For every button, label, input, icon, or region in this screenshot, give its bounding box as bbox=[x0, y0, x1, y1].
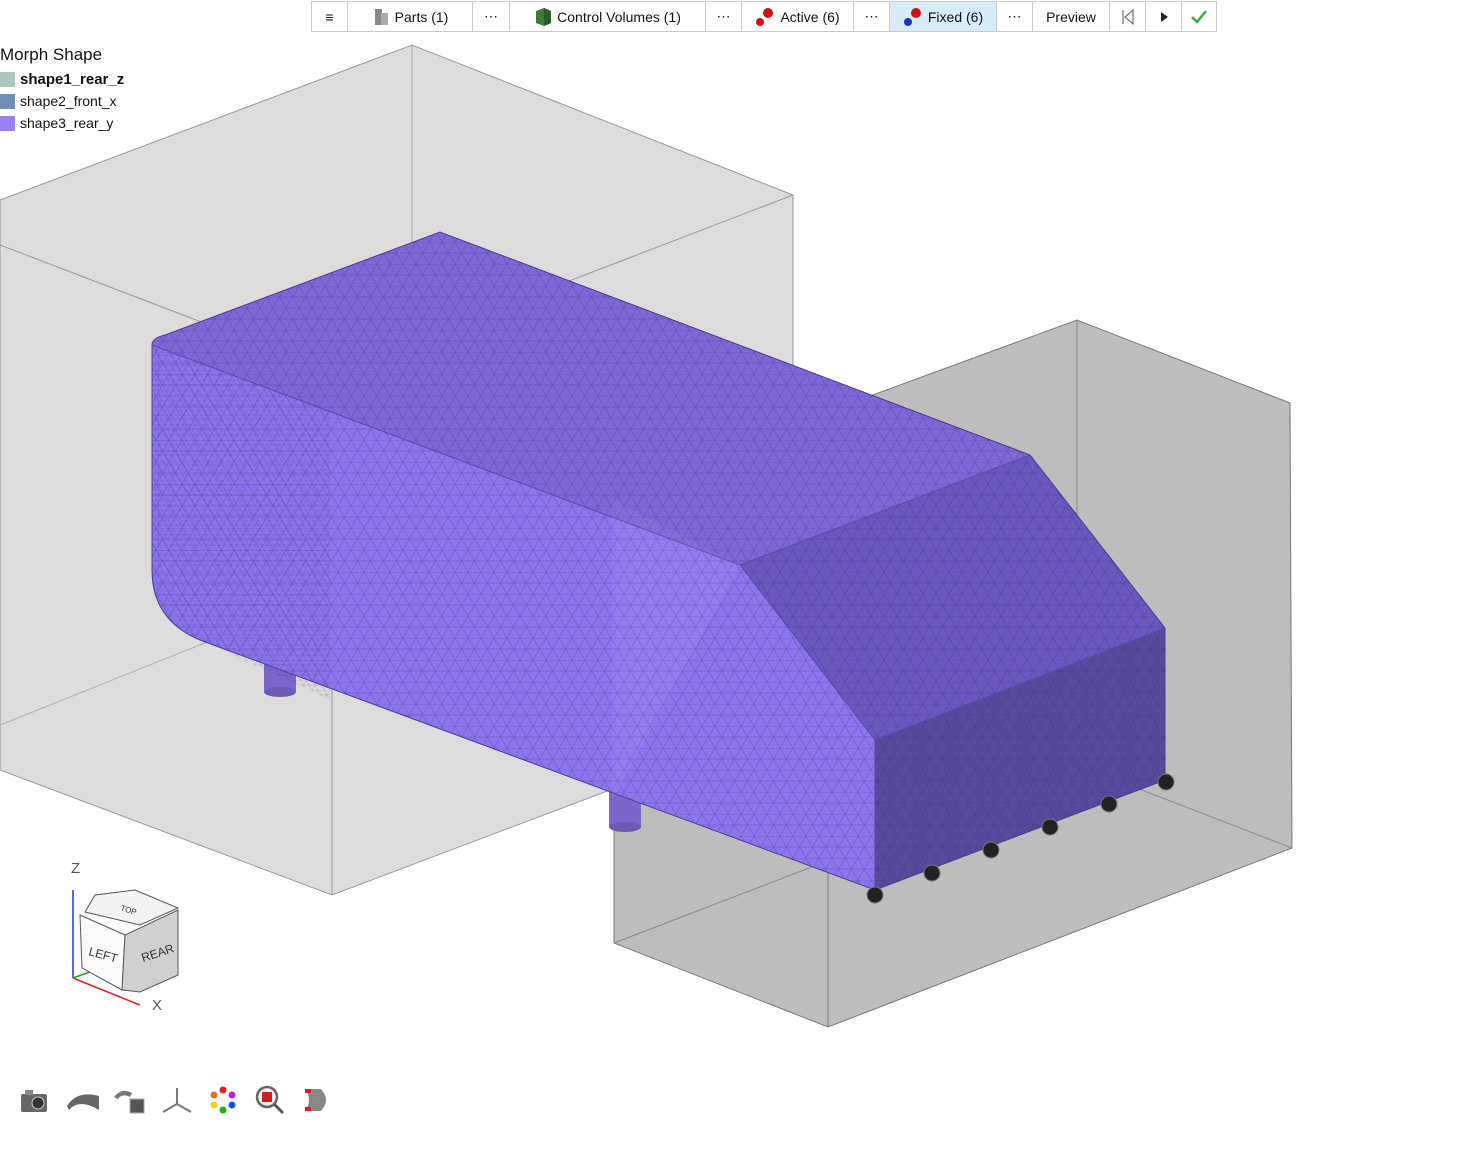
apply-button[interactable] bbox=[1182, 2, 1216, 31]
zoom-box-icon[interactable] bbox=[253, 1083, 287, 1117]
reset-button[interactable] bbox=[1110, 2, 1146, 31]
preview-button[interactable]: Preview bbox=[1033, 2, 1110, 31]
active-button[interactable]: Active (6) bbox=[742, 2, 854, 31]
more-icon: ⋯ bbox=[484, 8, 498, 24]
axis-triad-icon[interactable] bbox=[159, 1083, 193, 1117]
fixed-node bbox=[923, 864, 941, 882]
color-swatch bbox=[0, 115, 15, 131]
legend-label: shape1_rear_z bbox=[20, 70, 125, 88]
fixed-node bbox=[982, 841, 1000, 859]
legend-item[interactable]: shape1_rear_z bbox=[0, 68, 124, 90]
more-icon: ⋯ bbox=[1007, 8, 1022, 24]
active-more-button[interactable]: ⋯ bbox=[854, 2, 890, 31]
fixed-node bbox=[1157, 773, 1175, 791]
parts-more-button[interactable]: ⋯ bbox=[473, 2, 510, 31]
check-icon bbox=[1191, 9, 1207, 24]
more-icon: ⋯ bbox=[864, 8, 879, 24]
legend-label: shape3_rear_y bbox=[20, 115, 114, 131]
morph-toolbar: ≡ Parts (1) ⋯ Control Volumes (1) ⋯ Acti… bbox=[311, 1, 1217, 32]
bottom-toolbar bbox=[18, 1083, 334, 1117]
part-view-icon[interactable] bbox=[300, 1083, 334, 1117]
control-volumes-label: Control Volumes (1) bbox=[557, 8, 681, 25]
view-cube[interactable]: Z X TOP LEFT REAR bbox=[71, 860, 180, 1014]
active-nodes-icon bbox=[756, 7, 774, 26]
fixed-node bbox=[1041, 818, 1059, 836]
skip-start-icon bbox=[1122, 8, 1133, 25]
menu-button[interactable]: ≡ bbox=[312, 2, 348, 31]
color-wheel-icon[interactable] bbox=[206, 1083, 240, 1117]
legend-label: shape2_front_x bbox=[20, 93, 117, 109]
fixed-label: Fixed (6) bbox=[927, 8, 984, 25]
more-icon: ⋯ bbox=[716, 8, 731, 24]
preview-label: Preview bbox=[1046, 8, 1096, 25]
parts-button[interactable]: Parts (1) bbox=[348, 2, 473, 31]
fixed-node bbox=[866, 886, 884, 904]
camera-icon[interactable] bbox=[18, 1083, 52, 1117]
fixed-node bbox=[1100, 795, 1118, 813]
shape-to-cube-icon[interactable] bbox=[112, 1083, 146, 1117]
morph-shape-legend: Morph Shape shape1_rear_z shape2_front_x… bbox=[0, 45, 124, 134]
viewport-3d[interactable]: Z X TOP LEFT REAR bbox=[0, 0, 1476, 1153]
fixed-nodes-icon bbox=[903, 7, 921, 26]
play-button[interactable] bbox=[1146, 2, 1182, 31]
color-swatch bbox=[0, 93, 15, 109]
color-swatch bbox=[0, 71, 15, 87]
legend-item[interactable]: shape2_front_x bbox=[0, 90, 124, 112]
surface-icon[interactable] bbox=[65, 1083, 99, 1117]
parts-label: Parts (1) bbox=[394, 8, 449, 25]
fixed-button[interactable]: Fixed (6) bbox=[890, 2, 997, 31]
axis-x-label: X bbox=[152, 997, 162, 1014]
control-volume-icon bbox=[536, 7, 552, 26]
axis-z-label: Z bbox=[71, 860, 80, 877]
play-icon bbox=[1160, 11, 1168, 22]
cv-more-button[interactable]: ⋯ bbox=[706, 2, 742, 31]
legend-title: Morph Shape bbox=[0, 45, 103, 64]
fixed-more-button[interactable]: ⋯ bbox=[997, 2, 1033, 31]
control-volumes-button[interactable]: Control Volumes (1) bbox=[510, 2, 706, 31]
parts-icon bbox=[374, 8, 388, 25]
legend-item[interactable]: shape3_rear_y bbox=[0, 112, 124, 134]
hamburger-icon: ≡ bbox=[325, 8, 334, 25]
active-label: Active (6) bbox=[780, 8, 840, 25]
